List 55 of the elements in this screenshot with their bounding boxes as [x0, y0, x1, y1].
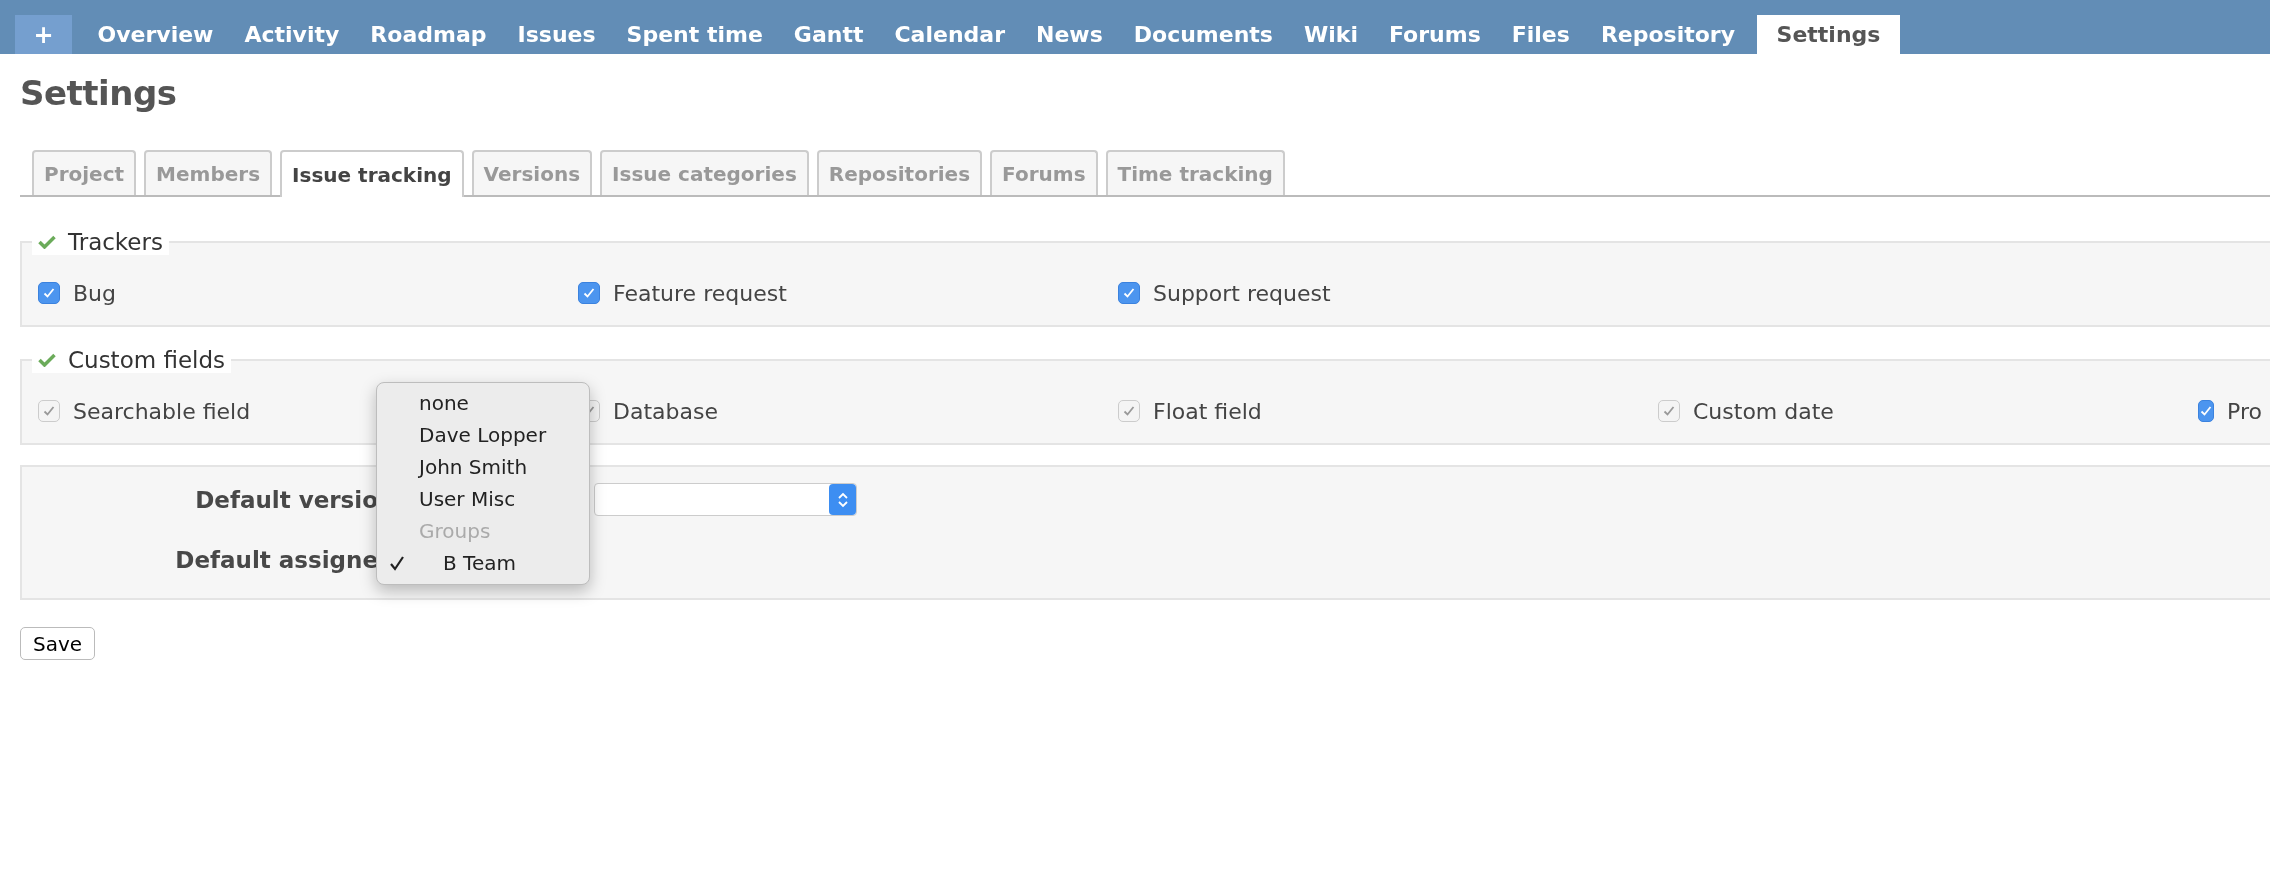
menu-item[interactable]: Repository: [1585, 15, 1751, 54]
checkbox-label: Bug: [73, 280, 116, 306]
checkbox-label: Feature request: [613, 280, 787, 306]
menu-option[interactable]: User Misc: [419, 487, 516, 511]
menu-item[interactable]: Overview: [82, 15, 229, 54]
tab[interactable]: Issue categories: [600, 150, 809, 195]
checkbox[interactable]: [1118, 282, 1140, 304]
tab[interactable]: Time tracking: [1105, 150, 1285, 195]
stepper-icon: [829, 484, 856, 515]
menu-item[interactable]: Gantt: [778, 15, 879, 54]
page-title: Settings: [20, 72, 178, 115]
menu-item[interactable]: Issues: [502, 15, 612, 54]
check-icon: [1122, 286, 1136, 300]
section-title: Trackers: [68, 231, 163, 255]
select-field[interactable]: [594, 483, 857, 516]
menu-option[interactable]: Dave Lopper: [419, 423, 547, 447]
menu-item[interactable]: Spent time: [611, 15, 779, 54]
checkbox[interactable]: [38, 282, 60, 304]
tab[interactable]: Repositories: [816, 150, 983, 195]
checkbox-label: Float field: [1153, 398, 1262, 424]
menu-item[interactable]: Settings: [1756, 15, 1901, 54]
field-label: Default versio: [194, 486, 378, 513]
section-title: Custom fields: [68, 349, 226, 373]
tab[interactable]: Versions: [471, 150, 593, 195]
checkbox-label: Searchable field: [73, 398, 251, 424]
menu-option[interactable]: none: [419, 391, 469, 415]
new-button[interactable]: +: [15, 15, 72, 54]
checkbox-label: Database: [613, 398, 718, 424]
checkbox-label: Support request: [1153, 280, 1331, 306]
check-icon: [582, 286, 596, 300]
checkbox[interactable]: [578, 282, 600, 304]
menu-item[interactable]: Documents: [1118, 15, 1289, 54]
save-button[interactable]: Save: [20, 627, 96, 660]
checkmark-icon[interactable]: [38, 235, 56, 249]
checkmark-icon[interactable]: [38, 353, 56, 367]
group-label: Groups: [419, 519, 491, 543]
tab[interactable]: Issue tracking: [280, 150, 464, 197]
tab[interactable]: Members: [144, 150, 273, 195]
menu-option[interactable]: John Smith: [419, 455, 528, 479]
checkbox-label: Custom date: [1693, 398, 1834, 424]
menu-item[interactable]: Calendar: [878, 15, 1021, 54]
menu-item[interactable]: Roadmap: [354, 15, 502, 54]
checkbox-label: Pro: [2227, 398, 2262, 424]
menu-item[interactable]: Files: [1496, 15, 1586, 54]
check-icon: [2199, 404, 2213, 418]
menu-item[interactable]: News: [1020, 15, 1119, 54]
tab[interactable]: Forums: [990, 150, 1098, 195]
menu-item[interactable]: Forums: [1373, 15, 1497, 54]
menu-item[interactable]: Wiki: [1288, 15, 1374, 54]
checkbox[interactable]: [2198, 400, 2214, 422]
menu-item[interactable]: Activity: [228, 15, 355, 54]
menu-option[interactable]: B Team: [443, 551, 516, 575]
field-label: Default assigne: [174, 546, 378, 573]
tab[interactable]: Project: [32, 150, 137, 195]
check-icon: [42, 286, 56, 300]
